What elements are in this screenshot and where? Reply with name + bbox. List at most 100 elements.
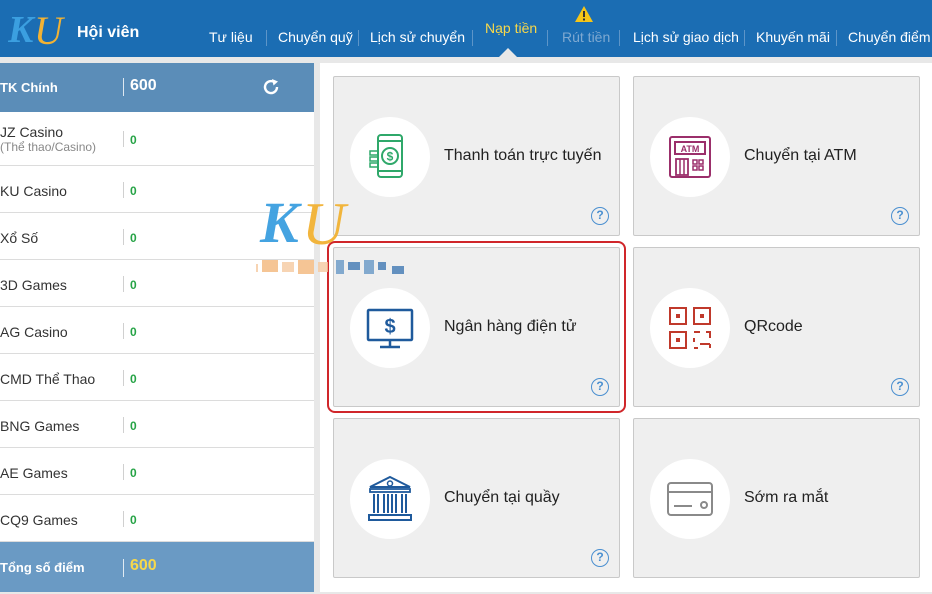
top-navigation-bar: K U Hội viên Tư liệu Chuyển quỹ Lịch sử … (0, 0, 932, 57)
nav-divider (358, 30, 359, 46)
svg-text:K: K (8, 9, 36, 51)
wallet-balance: 0 (130, 278, 137, 292)
nav-divider (472, 30, 473, 46)
ku-logo[interactable]: K U (8, 4, 68, 52)
divider (123, 559, 124, 577)
method-label: Chuyển tại quầy (444, 489, 560, 506)
wallet-balance: 0 (130, 372, 137, 386)
icon-circle: $ (350, 288, 430, 368)
deposit-methods-panel: $ Thanh toán trực tuyến ? ATM Chuyển tại… (320, 63, 932, 592)
svg-text:U: U (302, 191, 349, 257)
warning-icon (575, 6, 593, 22)
wallet-row-jz-casino[interactable]: JZ Casino (Thể thao/Casino) 0 (0, 112, 314, 166)
wallet-balance: 0 (130, 325, 137, 339)
divider (123, 276, 124, 292)
help-icon[interactable]: ? (591, 549, 609, 567)
watermark-logo: K U (256, 190, 404, 274)
svg-text:K: K (259, 190, 302, 255)
help-icon[interactable]: ? (591, 378, 609, 396)
nav-rut-tien[interactable]: Rút tiền (562, 29, 610, 45)
wallet-label: CQ9 Games (0, 512, 78, 528)
nav-divider (547, 30, 548, 46)
wallet-label: KU Casino (0, 183, 67, 199)
method-label: Ngân hàng điện tử (444, 318, 577, 335)
wallet-label: CMD Thể Thao (0, 371, 96, 387)
method-card-atm[interactable]: ATM Chuyển tại ATM ? (633, 76, 920, 236)
member-title: Hội viên (77, 24, 140, 41)
wallet-label: AE Games (0, 465, 68, 481)
method-label: Chuyển tại ATM (744, 147, 857, 164)
wallet-sublabel: (Thể thao/Casino) (0, 140, 97, 154)
method-card-coming-soon[interactable]: Sớm ra mắt (633, 418, 920, 578)
refresh-icon[interactable] (261, 77, 281, 97)
divider (123, 511, 124, 527)
divider (123, 417, 124, 433)
divider (123, 182, 124, 198)
divider (123, 323, 124, 339)
main-account-label: TK Chính (0, 80, 58, 95)
wallet-row-cq9-games[interactable]: CQ9 Games 0 (0, 495, 314, 542)
total-points-row: Tổng số điểm 600 (0, 542, 314, 592)
divider (123, 131, 124, 147)
wallet-balance: 0 (130, 419, 137, 433)
wallet-balance: 0 (130, 513, 137, 527)
wallet-label: Xổ Số (0, 230, 39, 246)
svg-text:$: $ (384, 316, 395, 338)
nav-chuyen-diem[interactable]: Chuyển điểm (848, 29, 931, 45)
main-account-row: TK Chính 600 (0, 63, 314, 112)
qrcode-icon (669, 307, 711, 349)
svg-text:U: U (34, 8, 66, 52)
online-banking-icon: $ (366, 308, 414, 349)
divider (123, 370, 124, 386)
atm-icon: ATM (669, 136, 711, 178)
total-points-value: 600 (130, 557, 157, 574)
active-tab-caret (499, 48, 517, 57)
wallet-row-ae-games[interactable]: AE Games 0 (0, 448, 314, 495)
svg-text:$: $ (387, 150, 394, 164)
nav-lich-su-chuyen[interactable]: Lịch sử chuyển (370, 29, 465, 45)
divider (123, 464, 124, 480)
method-card-qrcode[interactable]: QRcode ? (633, 247, 920, 407)
wallet-label: JZ Casino (0, 124, 64, 140)
nav-nap-tien[interactable]: Nạp tiền (485, 20, 537, 36)
method-label: QRcode (744, 318, 803, 335)
divider (123, 78, 124, 96)
nav-divider (619, 30, 620, 46)
nav-divider (266, 30, 267, 46)
method-card-bank-counter[interactable]: Chuyển tại quầy ? (333, 418, 620, 578)
wallet-row-cmd-the-thao[interactable]: CMD Thể Thao 0 (0, 354, 314, 401)
method-label: Sớm ra mắt (744, 489, 829, 506)
wallet-balance: 0 (130, 184, 137, 198)
nav-divider (836, 30, 837, 46)
help-icon[interactable]: ? (891, 378, 909, 396)
wallet-row-bng-games[interactable]: BNG Games 0 (0, 401, 314, 448)
wallet-label: AG Casino (0, 324, 68, 340)
wallet-balance: 0 (130, 133, 137, 147)
nav-chuyen-quy[interactable]: Chuyển quỹ (278, 29, 353, 45)
bank-counter-icon (368, 475, 412, 521)
icon-circle: ATM (650, 117, 730, 197)
nav-divider (744, 30, 745, 46)
mobile-payment-icon: $ (369, 134, 403, 178)
icon-circle (650, 288, 730, 368)
icon-circle (650, 459, 730, 539)
divider (123, 229, 124, 245)
help-icon[interactable]: ? (891, 207, 909, 225)
wallet-label: 3D Games (0, 277, 67, 293)
main-account-balance: 600 (130, 77, 157, 94)
method-label: Thanh toán trực tuyến (444, 147, 602, 164)
icon-circle: $ (350, 117, 430, 197)
balance-sidebar: TK Chính 600 JZ Casino (Thể thao/Casino)… (0, 63, 314, 592)
wallet-label: BNG Games (0, 418, 80, 434)
nav-khuyen-mai[interactable]: Khuyến mãi (756, 29, 830, 45)
card-icon (667, 482, 713, 516)
wallet-row-ag-casino[interactable]: AG Casino 0 (0, 307, 314, 354)
wallet-balance: 0 (130, 466, 137, 480)
nav-tu-lieu[interactable]: Tư liệu (209, 29, 253, 45)
help-icon[interactable]: ? (591, 207, 609, 225)
total-points-label: Tổng số điểm (0, 560, 85, 575)
wallet-balance: 0 (130, 231, 137, 245)
icon-circle (350, 459, 430, 539)
svg-text:ATM: ATM (681, 144, 700, 154)
nav-lich-su-giao-dich[interactable]: Lịch sử giao dịch (633, 29, 739, 45)
